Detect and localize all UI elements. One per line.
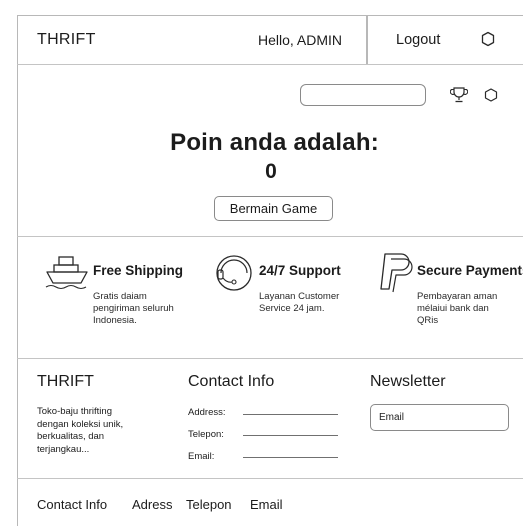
- footer-description: Toko-baju thrifting dengan koleksi unik,…: [37, 406, 124, 455]
- points-value: 0: [265, 160, 277, 183]
- feature-desc-payments: Pembayaran aman mélaiui bank dan QRis: [417, 291, 498, 326]
- newsletter-email-input[interactable]: [370, 404, 509, 431]
- bottom-link-contact-info[interactable]: Contact Info: [37, 497, 107, 512]
- contact-address-label: Address:: [188, 407, 226, 418]
- feature-desc-support: Layanan Customer Service 24 jam.: [259, 291, 340, 314]
- points-heading: Poin anda adalah:: [170, 129, 379, 156]
- feature-title-support: 24/7 Support: [259, 263, 341, 278]
- feature-title-payments: Secure Payments: [417, 263, 523, 278]
- gear-icon[interactable]: [480, 31, 496, 47]
- feature-desc-shipping: Gratis daiam pengiriman seluruh Indonesi…: [93, 291, 174, 326]
- greeting-text: Hello, ADMIN: [258, 32, 343, 48]
- newsletter-heading: Newsletter: [370, 373, 446, 390]
- footer-brand: THRIFT: [37, 373, 94, 390]
- bottom-link-email[interactable]: Email: [250, 497, 283, 512]
- features-bottom-border: [17, 358, 523, 359]
- contact-email-label: Email:: [188, 451, 215, 462]
- contact-address-line: [243, 414, 338, 415]
- contact-email-line: [243, 457, 338, 458]
- bottom-link-telepon[interactable]: Telepon: [186, 497, 232, 512]
- contact-phone-line: [243, 435, 338, 436]
- ship-icon: [45, 256, 88, 290]
- paypal-icon: [380, 253, 413, 293]
- header-divider: [366, 15, 368, 64]
- contact-phone-label: Telepon:: [188, 429, 224, 440]
- hero-bottom-border: [17, 236, 523, 237]
- play-game-button[interactable]: Bermain Game: [214, 196, 333, 221]
- settings-icon[interactable]: [484, 88, 498, 102]
- feature-title-shipping: Free Shipping: [93, 263, 184, 278]
- search-input[interactable]: [300, 84, 426, 106]
- trophy-icon[interactable]: [450, 86, 468, 104]
- contact-info-heading: Contact Info: [188, 373, 275, 390]
- logout-button[interactable]: Logout: [396, 32, 440, 48]
- brand-logo[interactable]: THRIFT: [37, 31, 96, 49]
- bottom-link-adress[interactable]: Adress: [132, 497, 172, 512]
- header-bottom-border: [17, 64, 523, 65]
- footer-bottom-border: [17, 478, 523, 479]
- headset-icon: [216, 255, 252, 291]
